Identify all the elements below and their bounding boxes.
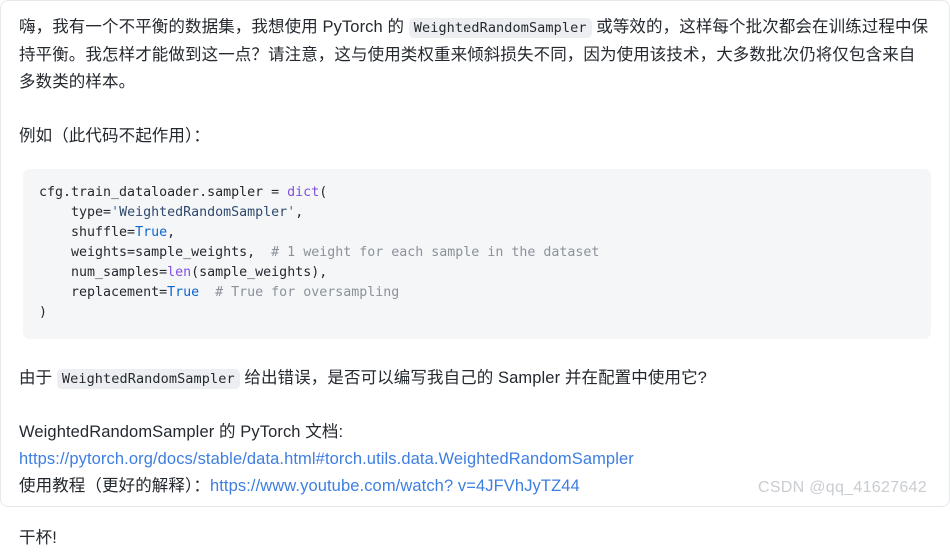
code-token: type= [39, 205, 112, 220]
post-card: 嗨，我有一个不平衡的数据集，我想使用 PyTorch 的 WeightedRan… [0, 0, 950, 547]
question-paragraph: 由于 WeightedRandomSampler 给出错误，是否可以编写我自己的… [19, 365, 931, 393]
code-block: cfg.train_dataloader.sampler = dict( typ… [23, 169, 931, 339]
code-token: replacement= [39, 285, 168, 300]
code-token: ' [111, 205, 120, 220]
inline-code-weightedrandomsampler: WeightedRandomSampler [408, 18, 592, 38]
code-token: , [295, 205, 304, 220]
code-token: # 1 weight for each sample in the datase… [271, 245, 600, 260]
docs-heading: WeightedRandomSampler 的 PyTorch 文档: [19, 423, 344, 441]
code-token: ) [39, 305, 48, 320]
question-text-part1: 由于 [19, 369, 57, 387]
code-token: True [135, 225, 168, 240]
inline-code-weightedrandomsampler-2: WeightedRandomSampler [56, 369, 240, 389]
tutorial-label: 使用教程（更好的解释）： [19, 477, 210, 495]
youtube-tutorial-link[interactable]: https://www.youtube.com/watch? v=4JFVhJy… [210, 477, 580, 495]
code-token: shuffle= [39, 225, 136, 240]
code-token: (sample_weights), [191, 265, 328, 280]
code-token: True [167, 285, 200, 300]
intro-text-part1: 嗨，我有一个不平衡的数据集，我想使用 PyTorch 的 [19, 18, 409, 36]
code-token: WeightedRandomSampler [119, 205, 288, 220]
code-token: ( [319, 185, 328, 200]
code-token: dict [287, 185, 320, 200]
code-token: len [167, 265, 192, 280]
intro-paragraph: 嗨，我有一个不平衡的数据集，我想使用 PyTorch 的 WeightedRan… [19, 9, 931, 96]
example-label: 例如（此代码不起作用）： [19, 127, 210, 145]
csdn-watermark: CSDN @qq_41627642 [757, 479, 927, 496]
code-token: num_samples= [39, 265, 168, 280]
code-token: # True for oversampling [215, 285, 400, 300]
question-text-part2: 给出错误，是否可以编写我自己的 Sampler 并在配置中使用它? [239, 369, 707, 387]
pytorch-doc-link[interactable]: https://pytorch.org/docs/stable/data.htm… [19, 450, 634, 468]
code-token: weights=sample_weights, [39, 245, 272, 260]
cheers-text: 干杯! [19, 529, 57, 547]
code-content: cfg.train_dataloader.sampler = dict( typ… [39, 183, 915, 323]
code-token: cfg.train_dataloader.sampler = [39, 185, 288, 200]
code-token: , [167, 225, 176, 240]
